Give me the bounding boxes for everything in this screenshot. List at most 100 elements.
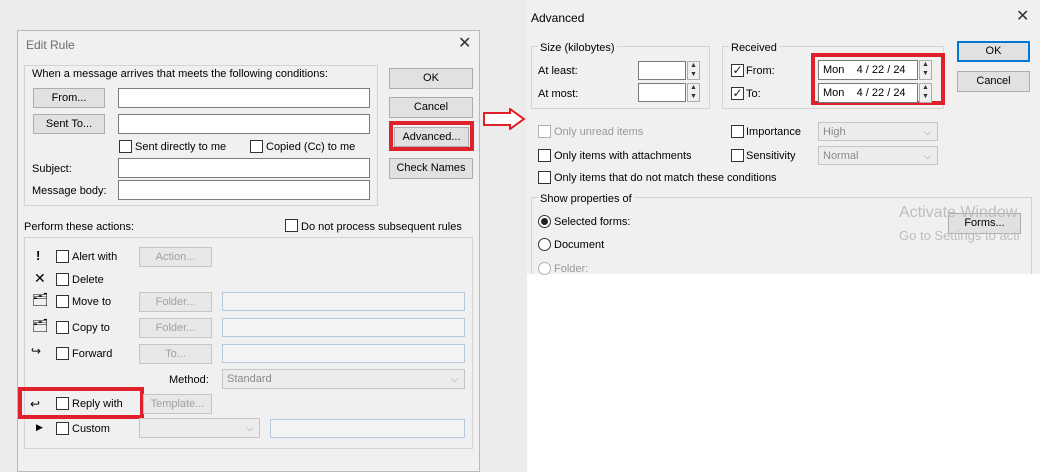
reply-icon: ↩ <box>30 397 41 411</box>
at-most-label: At most: <box>538 88 579 100</box>
copy-to-checkbox[interactable] <box>56 321 69 334</box>
sensitivity-checkbox[interactable] <box>731 149 744 162</box>
importance-select[interactable]: High ⌵ <box>818 122 938 141</box>
copied-to-label: Copied (Cc) to me <box>266 141 356 153</box>
close-icon[interactable]: ✕ <box>458 36 471 52</box>
alert-label: Alert with <box>72 251 118 263</box>
subject-field[interactable] <box>118 158 370 178</box>
sent-directly-label: Sent directly to me <box>135 141 227 153</box>
spin-up-icon[interactable]: ▲ <box>920 61 931 70</box>
delete-label: Delete <box>72 274 104 286</box>
edit-rule-dialog: Edit Rule ✕ When a message arrives that … <box>17 30 480 472</box>
do-not-process-checkbox[interactable] <box>285 219 298 232</box>
at-least-label: At least: <box>538 65 578 77</box>
copied-to-checkbox[interactable] <box>250 140 263 153</box>
copy-folder-button[interactable]: Folder... <box>139 318 212 338</box>
message-body-field[interactable] <box>118 180 370 200</box>
custom-select[interactable]: ⌵ <box>139 418 260 438</box>
importance-label: Importance <box>746 126 802 138</box>
document-radio[interactable] <box>538 238 551 251</box>
size-header: Size (kilobytes) <box>538 41 617 55</box>
forward-to-button[interactable]: To... <box>139 344 212 364</box>
from-date-spinner[interactable]: ▲ ▼ <box>919 60 932 80</box>
only-attachments-checkbox[interactable] <box>538 149 551 162</box>
expand-arrow-icon[interactable]: ▶ <box>36 422 43 433</box>
spin-down-icon[interactable]: ▼ <box>920 93 931 102</box>
action-button[interactable]: Action... <box>139 247 212 267</box>
forward-checkbox[interactable] <box>56 347 69 360</box>
conditions-header: When a message arrives that meets the fo… <box>32 68 328 80</box>
selected-forms-radio[interactable] <box>538 215 551 228</box>
received-from-label: From: <box>746 65 775 77</box>
custom-field[interactable] <box>270 419 465 438</box>
copy-to-label: Copy to <box>72 322 110 334</box>
received-to-checkbox[interactable] <box>731 87 744 100</box>
from-field[interactable] <box>118 88 370 108</box>
sent-directly-checkbox[interactable] <box>119 140 132 153</box>
folder-label: Folder: <box>554 263 589 275</box>
received-header: Received <box>729 41 779 55</box>
check-names-button[interactable]: Check Names <box>389 158 473 179</box>
copy-folder-field[interactable] <box>222 318 465 337</box>
advanced-dialog: Advanced ✕ Size (kilobytes) At least: ▲ ▼… <box>527 0 1040 472</box>
only-unread-checkbox[interactable] <box>538 125 551 138</box>
at-most-spinner[interactable]: ▲ ▼ <box>687 83 700 102</box>
alert-icon: ! <box>36 248 41 263</box>
close-icon[interactable]: ✕ <box>1016 9 1029 25</box>
forward-label: Forward <box>72 348 113 360</box>
cancel-button[interactable]: Cancel <box>389 97 473 118</box>
not-match-checkbox[interactable] <box>538 171 551 184</box>
move-to-label: Move to <box>72 296 112 308</box>
ok-button[interactable]: OK <box>389 68 473 89</box>
received-from-checkbox[interactable] <box>731 64 744 77</box>
alert-checkbox[interactable] <box>56 250 69 263</box>
from-date-picker[interactable]: Mon 4 / 22 / 24 <box>818 60 918 80</box>
to-date-spinner[interactable]: ▲ ▼ <box>919 83 932 103</box>
only-attachments-label: Only items with attachments <box>554 150 692 162</box>
advanced-title: Advanced <box>531 11 585 25</box>
method-value: Standard <box>227 373 272 385</box>
sensitivity-value: Normal <box>823 150 859 162</box>
reply-with-checkbox[interactable] <box>56 397 69 410</box>
spin-up-icon[interactable]: ▲ <box>920 84 931 93</box>
chevron-down-icon: ⌵ <box>246 423 253 433</box>
custom-label: Custom <box>72 423 110 435</box>
folder-radio[interactable] <box>538 262 551 275</box>
move-folder-button[interactable]: Folder... <box>139 292 212 312</box>
move-to-checkbox[interactable] <box>56 295 69 308</box>
forward-to-field[interactable] <box>222 344 465 363</box>
to-date-picker[interactable]: Mon 4 / 22 / 24 <box>818 83 918 103</box>
at-least-spinner[interactable]: ▲ ▼ <box>687 61 700 80</box>
advanced-cancel-button[interactable]: Cancel <box>957 71 1030 92</box>
chevron-down-icon: ⌵ <box>451 374 458 384</box>
chevron-down-icon: ⌵ <box>924 151 931 161</box>
advanced-ok-button[interactable]: OK <box>957 41 1030 62</box>
importance-checkbox[interactable] <box>731 125 744 138</box>
template-button[interactable]: Template... <box>143 394 212 414</box>
advanced-button[interactable]: Advanced... <box>394 127 469 147</box>
sent-to-field[interactable] <box>118 114 370 134</box>
sensitivity-label: Sensitivity <box>746 150 796 162</box>
method-label: Method: <box>169 374 209 386</box>
importance-value: High <box>823 126 846 138</box>
delete-checkbox[interactable] <box>56 273 69 286</box>
from-button[interactable]: From... <box>33 88 105 108</box>
spin-up-icon[interactable]: ▲ <box>688 62 699 71</box>
method-select[interactable]: Standard ⌵ <box>222 369 465 389</box>
spin-down-icon[interactable]: ▼ <box>688 93 699 102</box>
selected-forms-label: Selected forms: <box>554 216 631 228</box>
spin-up-icon[interactable]: ▲ <box>688 84 699 93</box>
sensitivity-select[interactable]: Normal ⌵ <box>818 146 938 165</box>
custom-checkbox[interactable] <box>56 422 69 435</box>
at-least-field[interactable] <box>638 61 686 80</box>
spin-down-icon[interactable]: ▼ <box>920 70 931 79</box>
move-folder-field[interactable] <box>222 292 465 311</box>
sent-to-button[interactable]: Sent To... <box>33 114 105 134</box>
only-unread-label: Only unread items <box>554 126 644 138</box>
delete-icon: ✕ <box>34 270 46 286</box>
at-most-field[interactable] <box>638 83 686 102</box>
move-folder-icon: 🗂 <box>32 292 49 307</box>
dialog-title: Edit Rule <box>26 38 75 52</box>
body-label: Message body: <box>32 185 107 197</box>
spin-down-icon[interactable]: ▼ <box>688 71 699 80</box>
